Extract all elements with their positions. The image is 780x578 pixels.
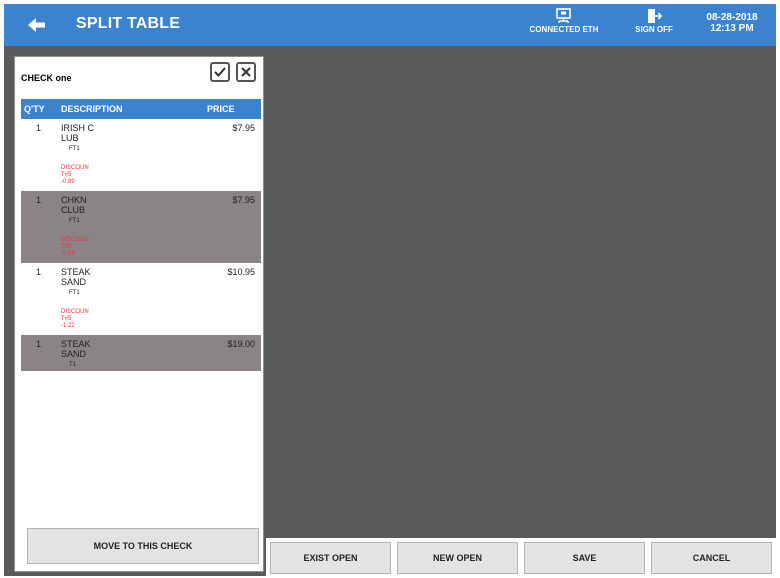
item-description: CHKN CLUB bbox=[61, 195, 87, 215]
item-description: STEAK SAND bbox=[61, 339, 91, 359]
item-desc-line2: SAND bbox=[61, 277, 87, 287]
item-price: $7.95 bbox=[232, 123, 255, 133]
item-description: STEAK SAND bbox=[61, 267, 91, 287]
item-qty: 1 bbox=[36, 123, 42, 133]
item-tax-code: FT1 bbox=[69, 146, 80, 152]
connection-status: CONNECTED ETH bbox=[526, 8, 602, 34]
check-title: CHECK one bbox=[21, 73, 72, 83]
item-discount: DISCOUN T#5 -1.22 bbox=[61, 309, 89, 330]
qty-header: Q'TY bbox=[24, 104, 45, 114]
checkmark-icon bbox=[214, 67, 226, 77]
close-button[interactable] bbox=[236, 62, 256, 82]
close-icon bbox=[241, 67, 251, 77]
item-price: $10.95 bbox=[227, 267, 255, 277]
item-discount-line: -0.89 bbox=[61, 251, 75, 257]
item-tax-code: FT1 bbox=[69, 290, 80, 296]
sign-off-icon bbox=[648, 9, 662, 23]
save-button[interactable]: SAVE bbox=[524, 542, 645, 574]
item-discount: DISCOUN T#5 -0.89 bbox=[61, 237, 89, 258]
item-tax-code: FT1 bbox=[69, 218, 80, 224]
item-desc-line2: CLUB bbox=[61, 205, 86, 215]
item-qty: 1 bbox=[36, 195, 42, 205]
new-open-button[interactable]: NEW OPEN bbox=[397, 542, 518, 574]
sign-off-label: SIGN OFF bbox=[635, 25, 673, 34]
item-discount-line: DISCOUN bbox=[61, 309, 89, 315]
confirm-button[interactable] bbox=[210, 62, 230, 82]
item-discount-line: T#5 bbox=[61, 244, 72, 250]
cancel-button[interactable]: CANCEL bbox=[651, 542, 772, 574]
item-price: $19.00 bbox=[227, 339, 255, 349]
item-desc-line2: SAND bbox=[61, 349, 87, 359]
item-desc-line1: CHKN bbox=[61, 195, 87, 205]
item-qty: 1 bbox=[36, 267, 42, 277]
check-item-row[interactable]: 1 IRISH C LUB $7.95 FT1 DISCOUN T#5 -0.89 bbox=[21, 119, 261, 191]
item-discount-line: -1.22 bbox=[61, 323, 75, 329]
item-description: IRISH C LUB bbox=[61, 123, 94, 143]
check-items-list: 1 IRISH C LUB $7.95 FT1 DISCOUN T#5 -0.89 1 CHKN C… bbox=[21, 119, 261, 371]
check-item-row[interactable]: 1 CHKN CLUB $7.95 FT1 DISCOUN T#5 -0.89 bbox=[21, 191, 261, 263]
item-desc-line2: LUB bbox=[61, 133, 79, 143]
price-header: PRICE bbox=[207, 104, 235, 114]
item-discount: DISCOUN T#5 -0.89 bbox=[61, 165, 89, 186]
page-title: SPLIT TABLE bbox=[76, 15, 181, 32]
item-desc-line1: STEAK bbox=[61, 339, 91, 349]
check-item-row[interactable]: 1 STEAK SAND $10.95 FT1 DISCOUN T#5 -1.22 bbox=[21, 263, 261, 335]
item-discount-line: DISCOUN bbox=[61, 165, 89, 171]
connection-label: CONNECTED ETH bbox=[529, 25, 599, 34]
item-desc-line1: STEAK bbox=[61, 267, 91, 277]
time-text: 12:13 PM bbox=[710, 23, 754, 34]
item-price: $7.95 bbox=[232, 195, 255, 205]
column-header: Q'TY DESCRIPTION PRICE bbox=[21, 99, 261, 119]
item-discount-line: T#5 bbox=[61, 316, 72, 322]
exist-open-button[interactable]: EXIST OPEN bbox=[270, 542, 391, 574]
check-panel: CHECK one Q'TY DESCRIPTION PRICE 1 IRISH … bbox=[14, 56, 264, 572]
sign-off-button[interactable]: SIGN OFF bbox=[626, 8, 682, 34]
item-qty: 1 bbox=[36, 339, 42, 349]
network-icon bbox=[556, 8, 571, 23]
action-bar: EXIST OPEN NEW OPEN SAVE CANCEL bbox=[266, 538, 776, 576]
item-discount-line: -0.89 bbox=[61, 179, 75, 185]
move-to-this-check-button[interactable]: MOVE TO THIS CHECK bbox=[27, 528, 259, 564]
item-tax-code: T1 bbox=[69, 362, 77, 368]
item-discount-line: DISCOUN bbox=[61, 237, 89, 243]
date-text: 08-28-2018 bbox=[706, 12, 758, 23]
item-desc-line1: IRISH C bbox=[61, 123, 95, 133]
top-bar: SPLIT TABLE CONNECTED ETH SIGN OFF 08-28… bbox=[4, 4, 776, 46]
description-header: DESCRIPTION bbox=[61, 104, 123, 114]
back-arrow-icon[interactable] bbox=[26, 15, 48, 35]
item-discount-line: T#5 bbox=[61, 172, 72, 178]
date-time: 08-28-2018 12:13 PM bbox=[694, 12, 770, 34]
check-item-row[interactable]: 1 STEAK SAND $19.00 T1 bbox=[21, 335, 261, 371]
split-table-screen: SPLIT TABLE CONNECTED ETH SIGN OFF 08-28… bbox=[4, 4, 776, 576]
